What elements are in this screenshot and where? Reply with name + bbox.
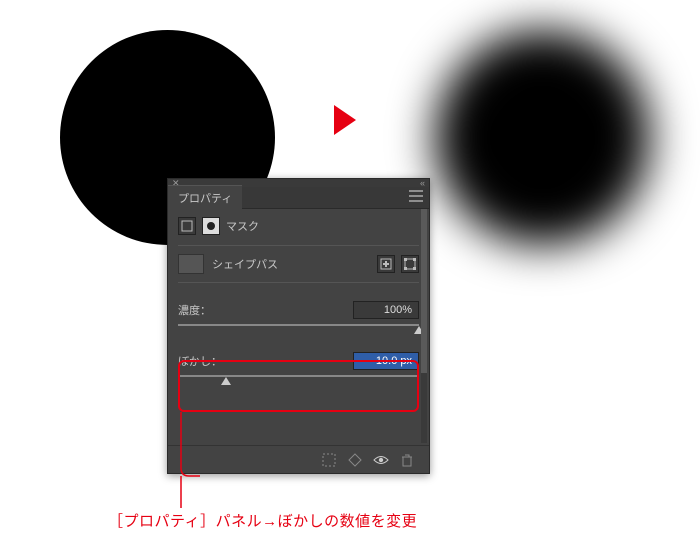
delete-icon[interactable] [399,452,415,468]
density-label: 濃度： [178,302,211,318]
feather-label: ぼかし： [178,353,222,369]
select-mask-area-icon[interactable] [321,452,337,468]
arrow-icon [334,105,356,135]
mask-mode-row: マスク [178,217,419,235]
vector-mask-icon[interactable] [178,217,196,235]
density-row: 濃度： 100% [178,301,419,319]
feather-slider[interactable] [178,375,419,389]
mask-mode-label: マスク [226,218,259,234]
panel-header: プロパティ [168,187,429,209]
panel-scrollbar[interactable] [421,209,427,443]
density-input[interactable]: 100% [353,301,419,319]
shape-path-row: シェイプパス [178,245,419,283]
panel-body: マスク シェイプパス 濃度： 100% ぼかし： 10.0 px [168,209,429,389]
shape-swatch [178,254,204,274]
shape-path-label: シェイプパス [212,256,278,272]
mask-bounds-icon[interactable] [401,255,419,273]
add-mask-icon[interactable] [377,255,395,273]
panel-title-tab[interactable]: プロパティ [168,185,242,210]
panel-scrollbar-thumb[interactable] [421,209,427,373]
panel-footer [168,445,429,473]
toggle-visibility-icon[interactable] [373,452,389,468]
annotation-caption: ［プロパティ］パネル→ぼかしの数値を変更 [108,510,417,531]
feather-row: ぼかし： 10.0 px [178,352,419,370]
panel-menu-icon[interactable] [409,190,423,205]
density-slider[interactable] [178,324,419,338]
feather-input[interactable]: 10.0 px [353,352,419,370]
pixel-mask-icon[interactable] [202,217,220,235]
feather-slider-handle[interactable] [221,377,231,385]
properties-panel: ✕ « プロパティ マスク シェイプパス [167,178,430,474]
collapse-icon[interactable]: « [420,178,425,188]
apply-mask-icon[interactable] [347,452,363,468]
example-circle-blurred [435,30,650,245]
